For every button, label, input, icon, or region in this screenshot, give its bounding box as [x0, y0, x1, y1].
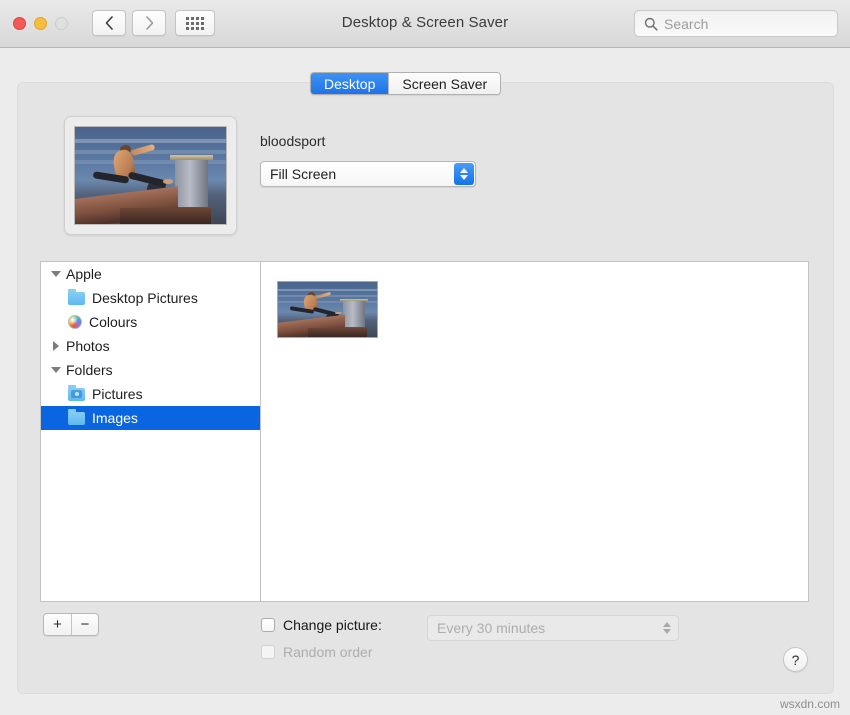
- random-order-checkbox-row: Random order: [261, 644, 373, 660]
- fit-mode-popup-button[interactable]: Fill Screen: [260, 161, 476, 187]
- change-picture-checkbox[interactable]: [261, 618, 275, 632]
- globe-icon: [68, 315, 82, 329]
- tab-desktop[interactable]: Desktop: [311, 73, 388, 94]
- window-titlebar: Desktop & Screen Saver Search: [0, 0, 850, 48]
- search-placeholder: Search: [664, 16, 708, 32]
- random-order-checkbox: [261, 645, 275, 659]
- add-folder-button[interactable]: +: [44, 614, 71, 635]
- search-field[interactable]: Search: [634, 10, 838, 37]
- wallpaper-grid[interactable]: [260, 261, 809, 602]
- list-item-photos[interactable]: Photos: [41, 334, 260, 358]
- wallpaper-thumbnail-image: [278, 282, 377, 337]
- fit-mode-stepper-arrows[interactable]: [454, 163, 474, 185]
- change-interval-popup-button: Every 30 minutes: [427, 615, 679, 641]
- list-item-label: Desktop Pictures: [92, 290, 198, 306]
- remove-folder-button[interactable]: −: [71, 614, 98, 635]
- watermark: wsxdn.com: [780, 697, 840, 711]
- search-icon: [644, 17, 658, 31]
- tab-bar: Desktop Screen Saver: [310, 72, 501, 95]
- wallpaper-preview-image: [74, 126, 227, 225]
- list-item-desktop-pictures[interactable]: Desktop Pictures: [41, 286, 260, 310]
- change-picture-label: Change picture:: [283, 617, 382, 633]
- list-item-label: Photos: [66, 338, 110, 354]
- fit-mode-value: Fill Screen: [261, 166, 336, 182]
- list-item-pictures[interactable]: Pictures: [41, 382, 260, 406]
- list-item-images[interactable]: Images: [41, 406, 260, 430]
- list-item-apple[interactable]: Apple: [41, 262, 260, 286]
- help-button[interactable]: ?: [783, 647, 808, 672]
- random-order-label: Random order: [283, 644, 373, 660]
- disclosure-triangle-down-icon[interactable]: [49, 271, 62, 277]
- wallpaper-name: bloodsport: [260, 133, 325, 149]
- folder-icon: [68, 412, 85, 425]
- list-item-folders[interactable]: Folders: [41, 358, 260, 382]
- list-item-label: Folders: [66, 362, 113, 378]
- folder-icon: [68, 292, 85, 305]
- list-item-label: Apple: [66, 266, 102, 282]
- tab-screen-saver[interactable]: Screen Saver: [388, 73, 500, 94]
- list-item-label: Images: [92, 410, 138, 426]
- change-interval-stepper-arrows: [657, 617, 677, 639]
- wallpaper-preview[interactable]: [64, 116, 237, 235]
- list-item-colours[interactable]: Colours: [41, 310, 260, 334]
- change-interval-value: Every 30 minutes: [428, 620, 545, 636]
- pictures-folder-icon: [68, 388, 85, 401]
- wallpaper-thumbnail[interactable]: [277, 281, 378, 338]
- source-list[interactable]: Apple Desktop Pictures Colours Photos Fo…: [40, 261, 260, 602]
- list-item-label: Colours: [89, 314, 137, 330]
- disclosure-triangle-down-icon[interactable]: [49, 367, 62, 373]
- change-picture-checkbox-row[interactable]: Change picture:: [261, 617, 382, 633]
- disclosure-triangle-right-icon[interactable]: [49, 341, 62, 351]
- list-item-label: Pictures: [92, 386, 143, 402]
- add-remove-folder-buttons: + −: [43, 613, 99, 636]
